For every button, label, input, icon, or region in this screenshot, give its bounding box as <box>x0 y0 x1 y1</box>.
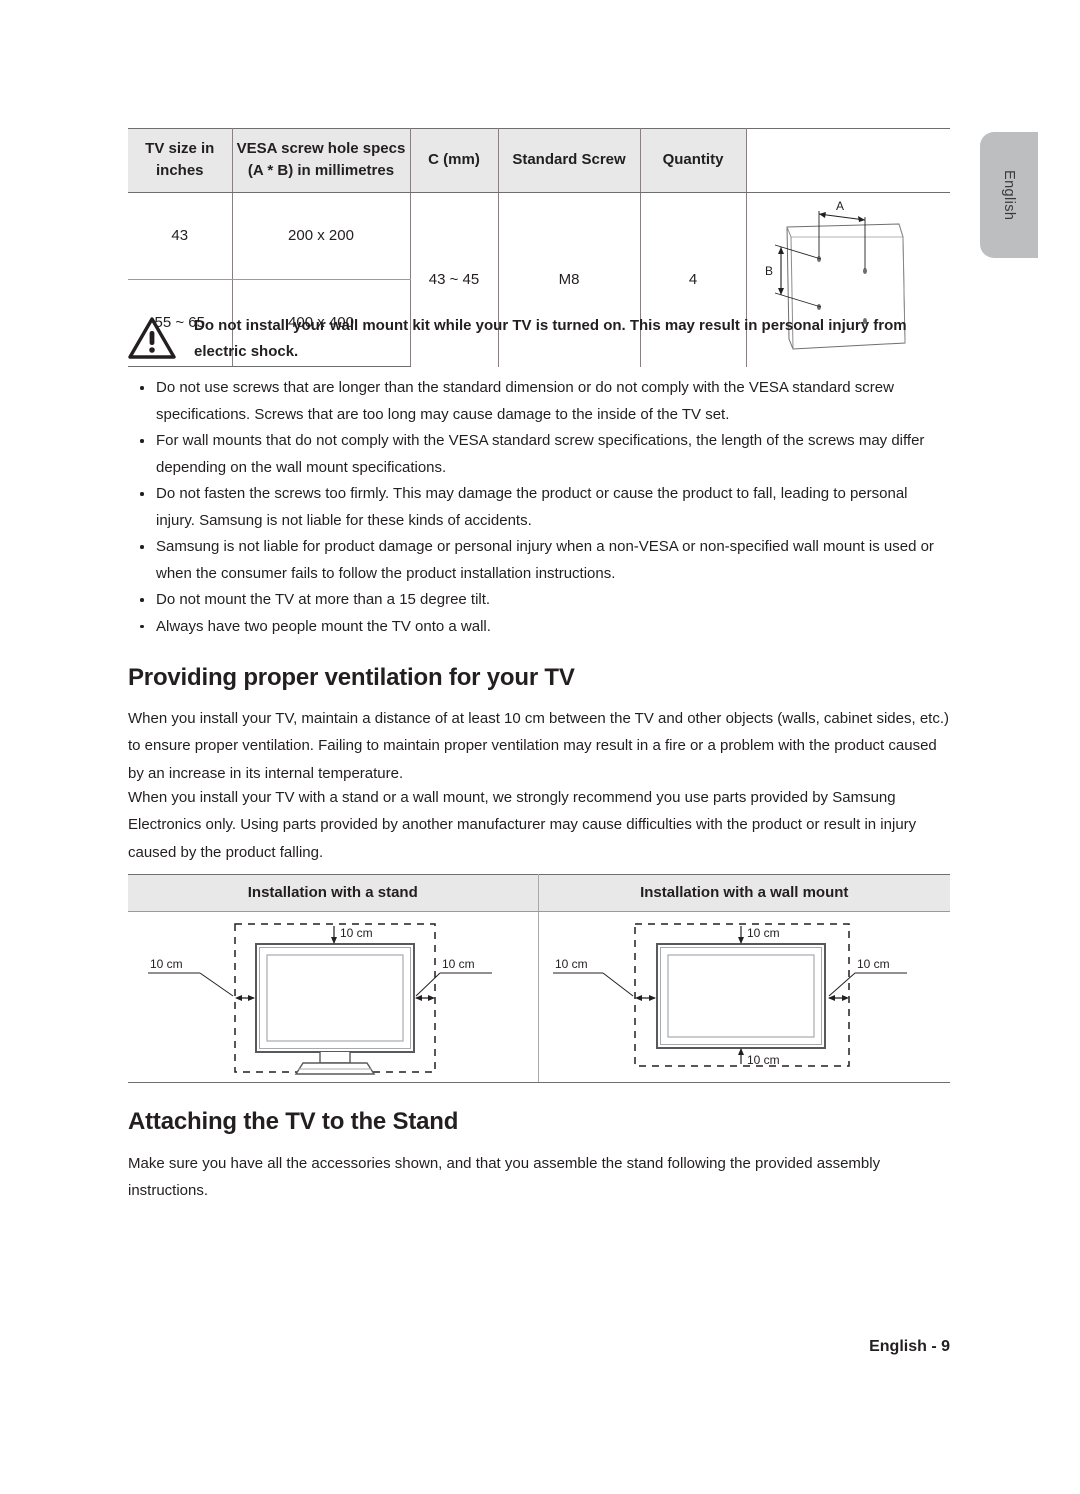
th-vesa-spec: VESA screw hole specs (A * B) in millime… <box>232 128 411 193</box>
cell-tv-size-1: 43 <box>128 192 233 280</box>
th-c-mm: C (mm) <box>410 128 499 193</box>
list-item: Samsung is not liable for product damage… <box>128 534 950 587</box>
paragraph-ventilation-1: When you install your TV, maintain a dis… <box>128 710 949 782</box>
installation-diagram-row: 10 cm 10 cm 10 cm 10 cm 10 cm 10 cm 10 c… <box>128 911 951 1083</box>
installation-header-row: Installation with a stand Installation w… <box>128 874 950 912</box>
cell-stand-diagram: 10 cm 10 cm 10 cm <box>128 911 539 1083</box>
warning-triangle-icon <box>128 313 188 360</box>
cell-wall-diagram: 10 cm 10 cm 10 cm 10 cm <box>538 911 951 1083</box>
wall-mount-diagram-svg: 10 cm 10 cm 10 cm 10 cm <box>552 923 907 1067</box>
language-tab: English <box>980 132 1038 258</box>
th-standard-screw: Standard Screw <box>498 128 641 193</box>
table-row: 43 200 x 200 43 ~ 45 M8 4 A B <box>128 192 950 367</box>
stand-right-label: 10 cm <box>442 957 475 971</box>
list-item: Do not fasten the screws too firmly. Thi… <box>128 481 950 534</box>
wall-left-label: 10 cm <box>555 957 588 971</box>
stand-left-label: 10 cm <box>150 957 183 971</box>
installation-diagram-table: Installation with a stand Installation w… <box>128 874 950 1083</box>
cell-vesa-spec-1: 200 x 200 <box>232 192 411 280</box>
th-diagram <box>745 128 950 193</box>
stand-top-label: 10 cm <box>340 926 373 940</box>
th-install-wall: Installation with a wall mount <box>538 874 950 912</box>
wall-top-label: 10 cm <box>747 926 780 940</box>
stand-diagram-svg: 10 cm 10 cm 10 cm <box>148 923 492 1075</box>
language-tab-label: English <box>1001 169 1017 221</box>
paragraph-attaching-1: Make sure you have all the accessories s… <box>128 1155 881 1200</box>
wall-mount-diagram: 10 cm 10 cm 10 cm 10 cm <box>539 912 951 1082</box>
section-heading-ventilation: Providing proper ventilation for your TV <box>128 664 575 691</box>
manual-page: English TV size in inches VESA screw hol… <box>0 0 1080 1494</box>
list-item: For wall mounts that do not comply with … <box>128 428 950 481</box>
table-header-row: TV size in inches VESA screw hole specs … <box>128 128 950 193</box>
wall-bottom-label: 10 cm <box>747 1053 780 1067</box>
warning-block: Do not install your wall mount kit while… <box>128 313 950 365</box>
th-tv-size: TV size in inches <box>128 128 233 193</box>
list-item: Do not mount the TV at more than a 15 de… <box>128 587 950 614</box>
section-heading-attaching: Attaching the TV to the Stand <box>128 1108 459 1135</box>
dimension-label-b: B <box>764 264 772 278</box>
safety-bullet-list: Do not use screws that are longer than t… <box>128 375 950 640</box>
list-item: Always have two people mount the TV onto… <box>128 614 950 641</box>
stand-diagram: 10 cm 10 cm 10 cm <box>128 912 538 1082</box>
page-footer: English - 9 <box>869 1338 950 1355</box>
paragraph-ventilation-2: When you install your TV with a stand or… <box>128 789 917 861</box>
wall-right-label: 10 cm <box>857 957 890 971</box>
dimension-label-a: A <box>835 199 843 213</box>
th-install-stand: Installation with a stand <box>128 874 539 912</box>
warning-text: Do not install your wall mount kit while… <box>194 317 907 360</box>
list-item: Do not use screws that are longer than t… <box>128 375 950 428</box>
th-quantity: Quantity <box>640 128 747 193</box>
